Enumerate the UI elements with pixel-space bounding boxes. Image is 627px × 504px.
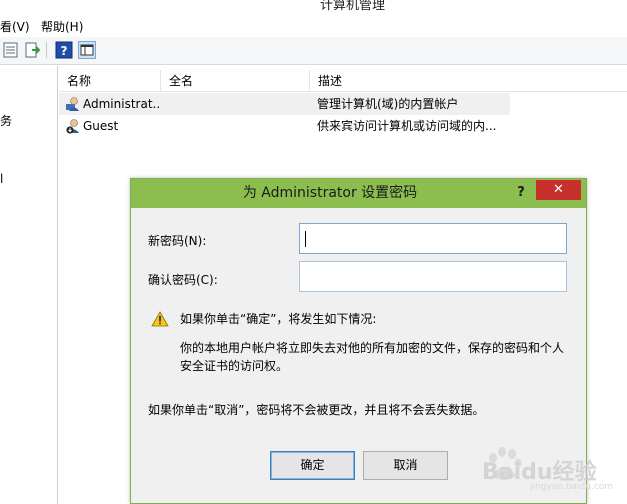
baidu-watermark: Baidu经验 jingyan.baidu.com (482, 446, 622, 492)
column-header: 名称 全名 描述 (59, 70, 627, 92)
properties-icon[interactable] (2, 41, 20, 59)
cancel-button[interactable]: 取消 (363, 451, 448, 480)
help-icon[interactable]: ? (55, 41, 73, 59)
user-icon (65, 96, 81, 112)
warning-line: 安全证书的访问权。 (180, 359, 289, 373)
user-description: 管理计算机(域)的内置帐户 (317, 97, 459, 111)
ok-button[interactable]: 确定 (270, 451, 355, 480)
menubar: 看(V) 帮助(H) (0, 15, 627, 37)
menu-view[interactable]: 看(V) (0, 18, 30, 35)
svg-text:?: ? (61, 44, 68, 58)
dialog-close-button[interactable]: ✕ (536, 180, 581, 200)
dialog-help-button[interactable]: ? (511, 179, 531, 208)
table-row[interactable]: Administrat... 管理计算机(域)的内置帐户 (59, 93, 510, 115)
confirm-password-label: 确认密码(C): (148, 273, 218, 287)
tree-item-fragment[interactable]: 务 (0, 112, 12, 129)
menu-help[interactable]: 帮助(H) (41, 18, 83, 35)
show-hide-pane-icon[interactable] (78, 41, 96, 59)
warning-heading: 如果你单击“确定”，将发生如下情况: (180, 312, 377, 326)
window-title: 计算机管理 (320, 0, 386, 12)
warning-icon (151, 311, 169, 327)
dialog-titlebar[interactable]: 为 Administrator 设置密码 ? ✕ (131, 179, 586, 208)
tree-item-fragment[interactable]: l (0, 172, 3, 186)
warning-line: 你的本地用户帐户将立即失去对他的所有加密的文件，保存的密码和个人 (180, 341, 565, 355)
table-row[interactable]: Guest 供来宾访问计算机或访问域的内... (59, 115, 627, 137)
text-caret (305, 231, 306, 247)
tree-pane[interactable]: 务 l (0, 66, 58, 504)
confirm-password-field[interactable] (299, 261, 567, 292)
window-titlebar: 计算机管理 (0, 0, 627, 12)
user-name: Guest (83, 119, 119, 133)
guest-user-icon (65, 118, 81, 134)
export-list-icon[interactable] (24, 41, 42, 59)
user-name: Administrat... (83, 97, 161, 111)
new-password-label: 新密码(N): (148, 234, 207, 248)
dialog-title: 为 Administrator 设置密码 (242, 185, 418, 201)
watermark-subtext: jingyan.baidu.com (530, 482, 614, 492)
column-name[interactable]: 名称 (59, 70, 91, 92)
column-description[interactable]: 描述 (310, 70, 342, 92)
user-description: 供来宾访问计算机或访问域的内... (317, 119, 497, 133)
column-fullname[interactable]: 全名 (161, 70, 193, 92)
new-password-field[interactable] (299, 223, 567, 254)
cancel-note: 如果你单击“取消”，密码将不会被更改，并且将不会丢失数据。 (148, 403, 485, 417)
toolbar-separator (46, 42, 47, 58)
toolbar: ? (0, 37, 627, 65)
